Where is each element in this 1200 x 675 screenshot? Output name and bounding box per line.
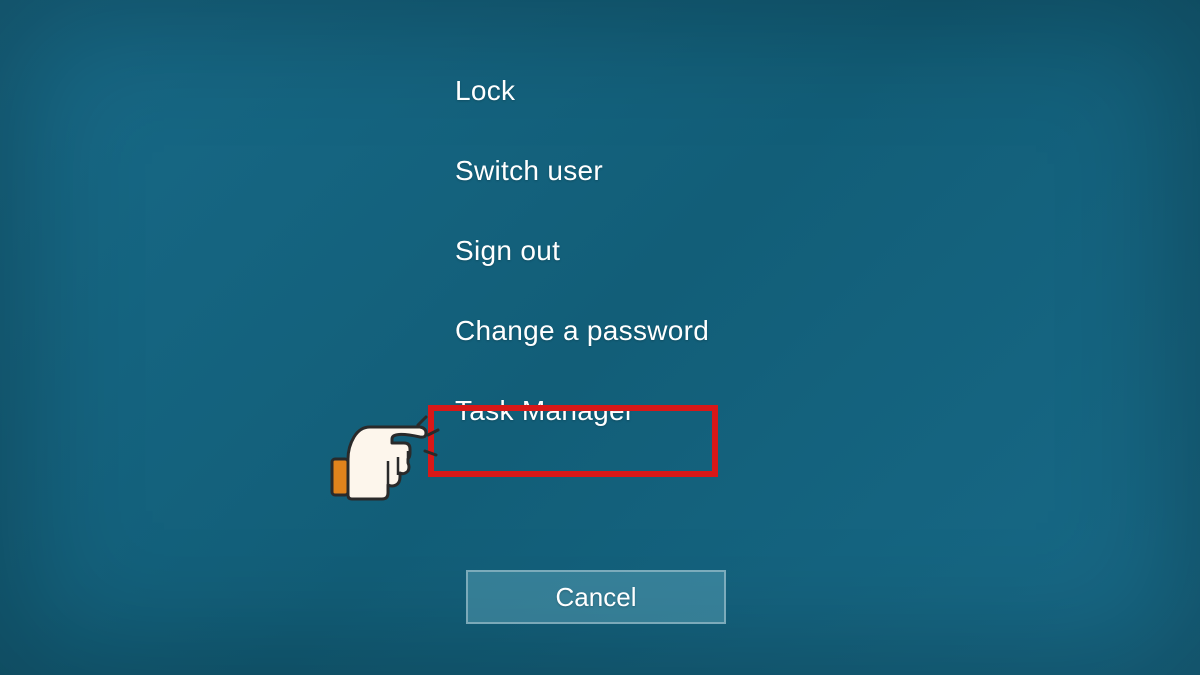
lock-option[interactable]: Lock bbox=[455, 75, 709, 107]
cancel-button[interactable]: Cancel bbox=[466, 570, 726, 624]
change-password-option[interactable]: Change a password bbox=[455, 315, 709, 347]
task-manager-option[interactable]: Task Manager bbox=[455, 395, 709, 427]
security-options-menu: Lock Switch user Sign out Change a passw… bbox=[455, 75, 709, 427]
pointing-hand-icon bbox=[330, 415, 440, 515]
sign-out-option[interactable]: Sign out bbox=[455, 235, 709, 267]
switch-user-option[interactable]: Switch user bbox=[455, 155, 709, 187]
